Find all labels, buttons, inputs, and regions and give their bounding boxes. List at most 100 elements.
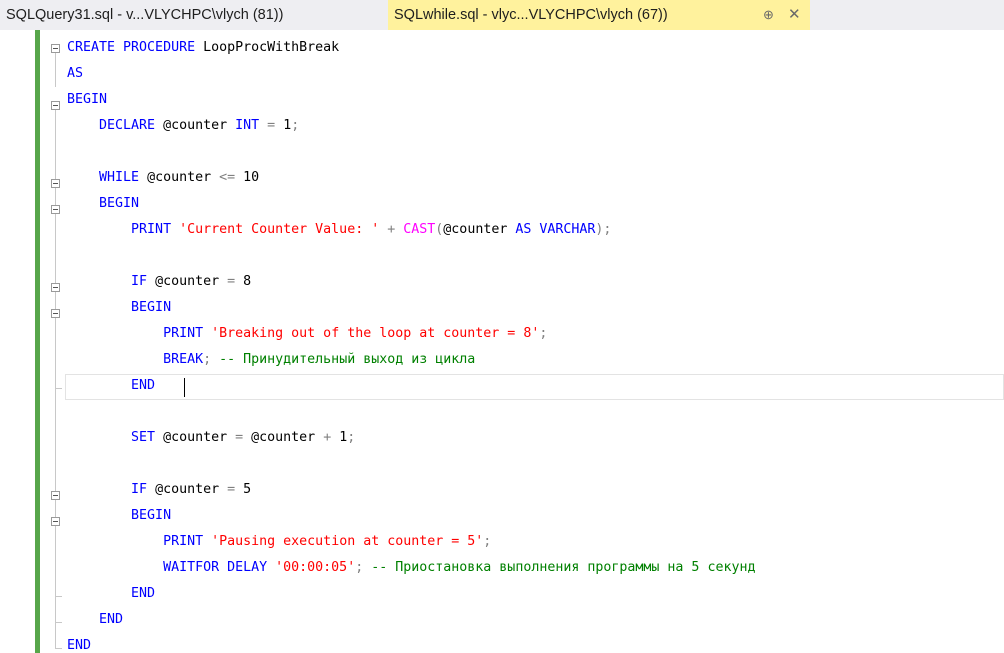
document-tab-bar: SQLQuery31.sql - v...VLYCHPC\vlych (81))…	[0, 0, 1004, 30]
code-token: ;	[291, 118, 300, 133]
code-line[interactable]: PRINT 'Current Counter Value: ' + CAST(@…	[67, 217, 611, 243]
code-line[interactable]: BEGIN	[67, 503, 171, 529]
code-line[interactable]: BEGIN	[67, 87, 107, 113]
code-token: CREATE PROCEDURE	[67, 40, 196, 55]
code-token: @counter	[443, 222, 516, 237]
code-line[interactable]: END	[67, 581, 155, 607]
code-line[interactable]: WHILE @counter <= 10	[67, 165, 259, 191]
code-token: 1	[283, 118, 292, 133]
code-line[interactable]: DECLARE @counter INT = 1;	[67, 113, 299, 139]
code-token: =	[227, 482, 236, 497]
code-line[interactable]: BEGIN	[67, 295, 171, 321]
collapse-icon[interactable]	[51, 283, 60, 292]
outline-end	[55, 596, 62, 597]
code-token: @counter	[147, 482, 228, 497]
outline-guide	[55, 596, 56, 622]
code-token: +	[379, 222, 404, 237]
outline-end	[55, 388, 62, 389]
code-line[interactable]: SET @counter = @counter + 1;	[67, 425, 355, 451]
code-line[interactable]: END	[67, 373, 155, 399]
code-line[interactable]: AS	[67, 61, 83, 87]
code-token: );	[595, 222, 612, 237]
code-token: @counter	[243, 430, 324, 445]
code-line[interactable]: END	[67, 607, 123, 633]
code-token: 8	[235, 274, 252, 289]
close-icon[interactable]: ✕	[788, 5, 801, 23]
outline-guide	[55, 388, 56, 491]
code-token: 10	[235, 170, 260, 185]
outline-guide	[55, 292, 56, 309]
code-token: END	[67, 378, 156, 393]
code-token: WAITFOR DELAY	[67, 560, 276, 575]
code-token: INT	[235, 118, 260, 133]
code-line[interactable]: BEGIN	[67, 191, 139, 217]
code-token: =	[227, 274, 236, 289]
code-token: 5	[235, 482, 252, 497]
change-tracking-bar	[35, 30, 40, 653]
code-token: AS	[67, 66, 84, 81]
code-line[interactable]: IF @counter = 8	[67, 269, 251, 295]
code-token: ;	[203, 352, 220, 367]
tab-label: SQLwhile.sql - vlyc...VLYCHPC\vlych (67)…	[394, 7, 668, 23]
collapse-icon[interactable]	[51, 517, 60, 526]
outline-guide	[55, 110, 56, 179]
code-token: PRINT	[67, 534, 212, 549]
collapse-icon[interactable]	[51, 101, 60, 110]
code-token: 'Current Counter Value: '	[179, 222, 380, 237]
collapse-icon[interactable]	[51, 205, 60, 214]
code-token: @counter	[155, 430, 236, 445]
current-line-highlight	[65, 374, 1004, 400]
code-token: SET	[67, 430, 156, 445]
code-token: LoopProcWithBreak	[195, 40, 340, 55]
outline-guide	[55, 622, 56, 648]
collapse-icon[interactable]	[51, 179, 60, 188]
code-token: =	[259, 118, 284, 133]
collapse-icon[interactable]	[51, 491, 60, 500]
code-token: WHILE	[67, 170, 140, 185]
code-line[interactable]: END	[67, 633, 91, 653]
tab-sqlquery31[interactable]: SQLQuery31.sql - v...VLYCHPC\vlych (81))	[0, 0, 388, 30]
collapse-icon[interactable]	[51, 44, 60, 53]
code-line[interactable]: BREAK; -- Принудительный выход из цикла	[67, 347, 475, 373]
code-token: 'Pausing execution at counter = 5'	[211, 534, 484, 549]
tab-sqlwhile[interactable]: SQLwhile.sql - vlyc...VLYCHPC\vlych (67)…	[388, 0, 810, 30]
code-token: -- Приостановка выполнения программы на …	[371, 560, 756, 575]
code-token: BREAK	[67, 352, 204, 367]
pin-icon[interactable]: ⊕	[763, 7, 774, 23]
code-token: IF	[67, 274, 148, 289]
tab-label: SQLQuery31.sql - v...VLYCHPC\vlych (81))	[6, 7, 284, 23]
code-token: <=	[219, 170, 236, 185]
code-line[interactable]: PRINT 'Breaking out of the loop at count…	[67, 321, 547, 347]
code-token: END	[67, 612, 124, 627]
code-line[interactable]: IF @counter = 5	[67, 477, 251, 503]
outline-end	[55, 648, 62, 649]
outline-end	[55, 622, 62, 623]
code-token: @counter	[139, 170, 220, 185]
code-line[interactable]: WAITFOR DELAY '00:00:05'; -- Приостановк…	[67, 555, 755, 581]
code-token: BEGIN	[67, 196, 140, 211]
code-token: BEGIN	[67, 92, 108, 107]
code-token: DECLARE	[67, 118, 156, 133]
code-token: AS VARCHAR	[515, 222, 596, 237]
code-token: ;	[539, 326, 548, 341]
code-token: PRINT	[67, 222, 180, 237]
code-token: CAST	[403, 222, 436, 237]
code-line[interactable]: CREATE PROCEDURE LoopProcWithBreak	[67, 35, 339, 61]
code-editor[interactable]: CREATE PROCEDURE LoopProcWithBreak AS BEGI…	[0, 30, 1004, 653]
collapse-icon[interactable]	[51, 309, 60, 318]
code-token: =	[235, 430, 244, 445]
code-token: IF	[67, 482, 148, 497]
text-caret	[184, 378, 185, 397]
outline-guide	[55, 526, 56, 596]
code-token: ;	[347, 430, 356, 445]
code-token: BEGIN	[67, 300, 172, 315]
code-token: @counter	[147, 274, 228, 289]
code-token: END	[67, 638, 92, 653]
code-token: PRINT	[67, 326, 212, 341]
code-token: END	[67, 586, 156, 601]
code-token: '00:00:05'	[275, 560, 356, 575]
code-token: 'Breaking out of the loop at counter = 8…	[211, 326, 540, 341]
code-line[interactable]: PRINT 'Pausing execution at counter = 5'…	[67, 529, 491, 555]
code-token: @counter	[155, 118, 236, 133]
outline-guide	[55, 53, 56, 87]
